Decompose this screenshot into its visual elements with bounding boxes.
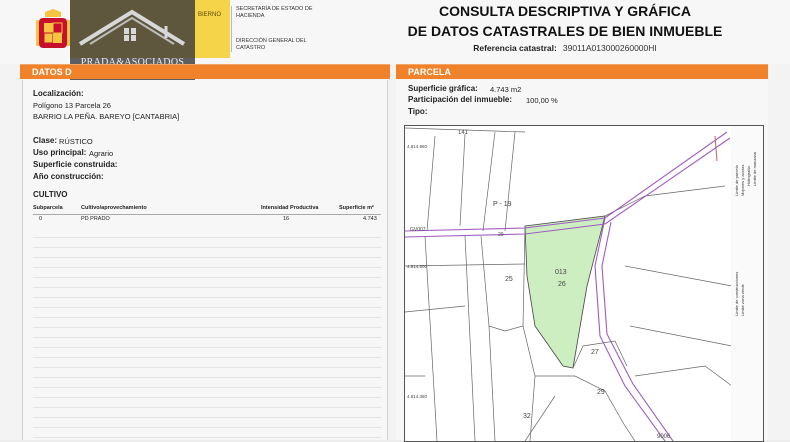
map-label-gv007: GV007 [410,227,426,233]
localizacion-label: Localización: [33,89,84,98]
cell-intensidad: 16 [283,216,290,222]
participacion-label: Participación del inmueble: [408,95,513,104]
map-coord-3: 4.814.360 [407,394,428,399]
cadastral-map[interactable]: 141 P - 19 GV007 29 013 26 25 27 29 32 9… [404,125,733,442]
cell-superficie: 4.743 [363,216,377,222]
house-icon [78,9,186,46]
section-bar-datos: DATOS D [20,64,390,79]
descriptive-data-panel: Localización: Polígono 13 Parcela 26 BAR… [22,80,388,440]
cell-subparcela: 0 [39,216,43,222]
map-coord-2: 4.814.600 [407,264,428,269]
table-row: 0 PD PRADO 16 4.743 [33,216,381,226]
header-divider [231,6,232,52]
coat-of-arms-icon [36,9,70,48]
empty-table-rows [33,228,381,440]
cadastral-reference-value: 39011A013000260000HI [562,43,657,53]
legend-item-4: Límite de manzana [752,151,757,186]
document-title-line2: DE DATOS CATASTRALES DE BIEN INMUEBLE [407,23,723,39]
col-superficie: Superficie m² [339,205,374,211]
document-header: BIERNO SECRETARÍA DE ESTADO DE HACIENDA … [0,0,790,80]
legend-item-3: Hidrografía [746,166,751,186]
col-cultivo: Cultivo/aprovechamiento [81,205,147,211]
org-name-2: DIRECCIÓN GENERAL DEL CATASTRO [236,38,307,51]
government-banner-text: BIERNO [198,12,222,18]
map-label-26: 26 [558,281,566,288]
cadastral-reference: Referencia catastral: 39011A013000260000H… [400,43,730,53]
superficie-grafica-value: 4.743 m2 [490,85,522,94]
map-legend: Límite de parcela Mojones y aceras Hidro… [731,125,764,442]
map-label-32: 32 [523,413,531,420]
col-subparcela: Subparcela [33,205,63,211]
clase-value: RÚSTICO [59,137,93,146]
map-label-p19: P - 19 [493,201,512,208]
clase-label: Clase: [33,136,58,145]
section-title-datos: DATOS D [32,67,72,77]
map-label-9006: 9006 [657,434,671,440]
superficie-grafica-label: Superficie gráfica: [408,84,478,93]
legend-item-6: Límite zona verde [740,284,745,316]
cadastral-reference-label: Referencia catastral: [473,43,557,53]
cultivo-table-header: Subparcela Cultivo/aprovechamiento Inten… [33,204,381,215]
tipo-label: Tipo: [408,107,428,116]
document-page: BIERNO SECRETARÍA DE ESTADO DE HACIENDA … [0,0,790,442]
map-drawing: 141 P - 19 GV007 29 013 26 25 27 29 32 9… [405,127,732,441]
map-label-141: 141 [458,130,469,136]
map-label-25: 25 [505,276,513,283]
superficie-construida-label: Superficie construida: [33,160,118,169]
cell-cultivo: PD PRADO [81,216,110,222]
col-intensidad: Intensidad Productiva [261,205,319,211]
legend-item-5: Límite de construcciones [734,271,739,316]
org-name-1: SECRETARÍA DE ESTADO DE HACIENDA [236,6,313,19]
address-line1: Polígono 13 Parcela 26 [33,101,111,110]
map-coord-1: 4.814.960 [407,144,428,149]
section-bar-parcela: PARCELA [396,64,768,79]
document-title: CONSULTA DESCRIPTIVA Y GRÁFICA DE DATOS … [400,1,730,41]
participacion-value: 100,00 % [526,96,558,105]
map-label-29: 29 [597,389,605,396]
map-label-29-road: 29 [498,232,504,238]
map-label-27: 27 [591,349,599,356]
legend-item-1: Límite de parcela [734,165,739,196]
section-title-parcela: PARCELA [408,67,451,77]
highlighted-parcel-shape [524,215,606,369]
uso-label: Uso principal: [33,148,87,157]
address-line2: BARRIO LA PEÑA. BAREYO [CANTABRIA] [33,112,180,121]
map-label-013: 013 [555,269,567,276]
document-title-line1: CONSULTA DESCRIPTIVA Y GRÁFICA [438,3,691,19]
cultivo-title: CULTIVO [33,190,68,199]
legend-item-2: Mojones y aceras [740,164,745,196]
uso-value: Agrario [89,149,114,158]
anio-construccion-label: Año construcción: [33,172,104,181]
